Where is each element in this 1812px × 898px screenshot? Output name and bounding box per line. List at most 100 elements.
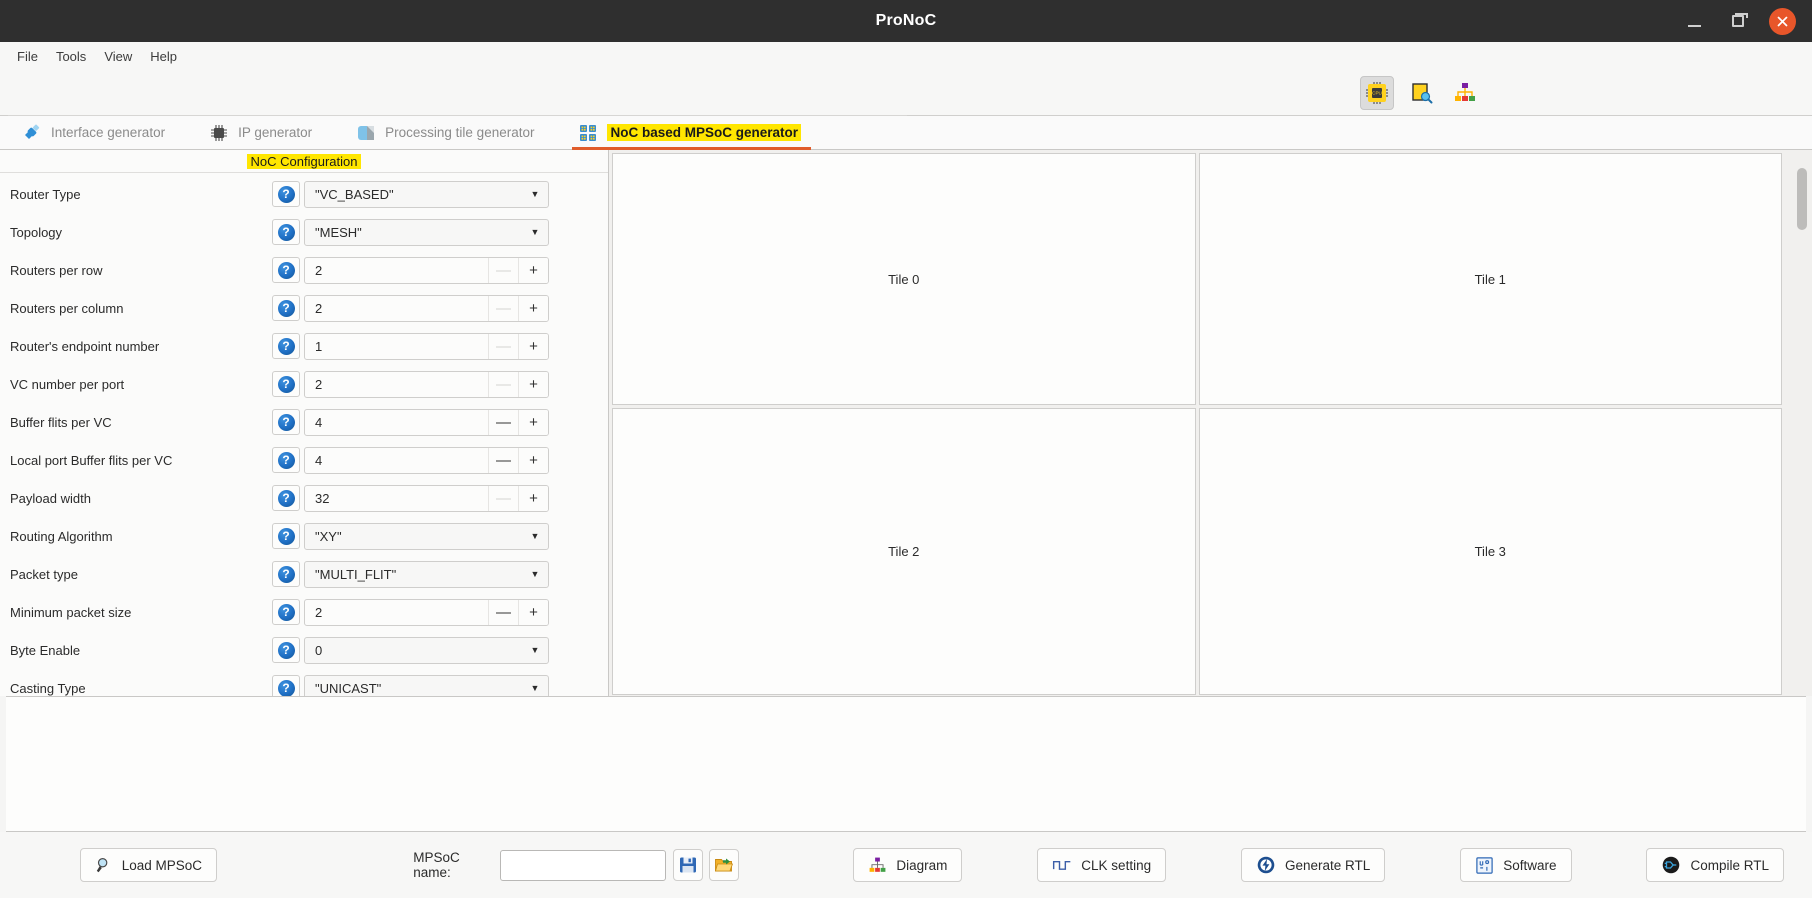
help-button[interactable]: ? [272,447,300,473]
help-button[interactable]: ? [272,371,300,397]
tile-label: Tile 1 [1474,271,1506,287]
config-spinner[interactable]: 2— + [304,598,549,626]
menu-file[interactable]: File [8,46,47,67]
config-combobox[interactable]: "XY" ▼ [304,522,549,550]
tab-ip-generator[interactable]: IP generator [203,116,334,149]
spinner-increment-button[interactable]: + [518,447,548,473]
config-value[interactable]: 1 [305,339,488,354]
question-mark-icon: ? [277,679,295,696]
menu-view[interactable]: View [95,46,141,67]
menu-help[interactable]: Help [141,46,186,67]
tab-label: NoC based MPSoC generator [607,124,802,141]
config-spinner[interactable]: 2— + [304,294,549,322]
config-spinner[interactable]: 32— + [304,484,549,512]
config-value[interactable]: 4 [305,453,488,468]
spinner-increment-button[interactable]: + [518,333,548,359]
hierarchy-toolbar-button[interactable] [1448,76,1482,110]
help-button[interactable]: ? [272,333,300,359]
diagram-label: Diagram [896,857,948,873]
help-button[interactable]: ? [272,295,300,321]
tile[interactable]: Tile 2 [612,408,1196,695]
chevron-down-icon[interactable]: ▼ [522,227,548,237]
config-value: "MULTI_FLIT" [315,566,397,582]
compile-rtl-button[interactable]: Compile RTL [1646,848,1784,882]
config-row: Routing Algorithm? "XY" ▼ [0,517,608,555]
config-combobox[interactable]: "VC_BASED" ▼ [304,180,549,208]
help-button[interactable]: ? [272,599,300,625]
generate-rtl-button[interactable]: Generate RTL [1241,848,1386,882]
spinner-decrement-button[interactable]: — [488,599,518,625]
config-value[interactable]: 4 [305,415,488,430]
mpsoc-name-input[interactable] [499,849,666,881]
chevron-down-icon[interactable]: ▼ [522,683,548,693]
minimize-button[interactable] [1681,8,1707,34]
help-button[interactable]: ? [272,485,300,511]
tab-processing-tile-generator[interactable]: Processing tile generator [350,116,556,149]
spinner-increment-button[interactable]: + [518,257,548,283]
config-row: Router Type? "VC_BASED" ▼ [0,175,608,213]
spinner-increment-button[interactable]: + [518,599,548,625]
generator-tabs: Interface generator IP generator Process… [0,116,1812,150]
help-button[interactable]: ? [272,675,300,696]
cpu-chip-icon: CPU [1366,81,1388,104]
close-button[interactable] [1769,7,1796,35]
config-value[interactable]: 2 [305,605,488,620]
config-row: Topology? "MESH" ▼ [0,213,608,251]
config-row-label: Routers per column [10,300,124,316]
config-value[interactable]: 2 [305,263,488,278]
spinner-decrement-button[interactable]: — [488,409,518,435]
spinner-increment-button[interactable]: + [518,295,548,321]
config-spinner[interactable]: 4— + [304,408,549,436]
chevron-down-icon[interactable]: ▼ [522,645,548,655]
open-folder-icon [714,858,733,872]
config-spinner[interactable]: 1— + [304,332,549,360]
spinner-increment-button[interactable]: + [518,485,548,511]
spinner-increment-button[interactable]: + [518,409,548,435]
question-mark-icon: ? [277,527,295,545]
tile-grid-scrollbar-thumb[interactable] [1797,168,1807,230]
help-button[interactable]: ? [272,257,300,283]
config-spinner[interactable]: 4— + [304,446,549,474]
software-button[interactable]: Software [1460,848,1572,882]
tile[interactable]: Tile 0 [612,153,1196,405]
help-button[interactable]: ? [272,181,300,207]
spinner-decrement-button[interactable]: — [488,447,518,473]
config-row: Casting Type? "UNICAST" ▼ [0,669,608,696]
log-output-panel [6,696,1806,832]
chevron-down-icon[interactable]: ▼ [522,189,548,199]
tile-grid-area: Tile 0 Tile 1 Tile 2 Tile 3 [609,150,1812,696]
load-mpsoc-button[interactable]: Load MPSoC [79,848,218,882]
maximize-button[interactable] [1725,8,1751,34]
question-mark-icon: ? [277,565,295,583]
document-search-toolbar-button[interactable] [1404,76,1438,110]
config-spinner[interactable]: 2— + [304,370,549,398]
menu-tools[interactable]: Tools [47,46,95,67]
config-row-label: Casting Type [10,680,86,696]
clk-setting-button[interactable]: CLK setting [1037,848,1167,882]
tile[interactable]: Tile 1 [1198,153,1782,405]
config-value[interactable]: 32 [305,491,488,506]
tab-noc-based-mpsoc-generator[interactable]: NoC based MPSoC generator [572,116,823,150]
help-button[interactable]: ? [272,409,300,435]
config-value[interactable]: 2 [305,301,488,316]
help-button[interactable]: ? [272,561,300,587]
config-combobox[interactable]: 0 ▼ [304,636,549,664]
help-button[interactable]: ? [272,219,300,245]
chevron-down-icon[interactable]: ▼ [522,569,548,579]
tab-interface-generator[interactable]: Interface generator [16,116,187,149]
save-mpsoc-button[interactable] [672,849,704,881]
tile[interactable]: Tile 3 [1198,408,1782,695]
open-mpsoc-button[interactable] [708,849,740,881]
spinner-increment-button[interactable]: + [518,371,548,397]
chevron-down-icon[interactable]: ▼ [522,531,548,541]
tile-grid-scrollbar[interactable] [1796,150,1808,696]
config-spinner[interactable]: 2— + [304,256,549,284]
help-button[interactable]: ? [272,523,300,549]
diagram-button[interactable]: Diagram [853,848,963,882]
config-combobox[interactable]: "MESH" ▼ [304,218,549,246]
config-combobox[interactable]: "MULTI_FLIT" ▼ [304,560,549,588]
config-combobox[interactable]: "UNICAST" ▼ [304,674,549,696]
config-value[interactable]: 2 [305,377,488,392]
cpu-chip-toolbar-button[interactable]: CPU [1360,75,1394,110]
help-button[interactable]: ? [272,637,300,663]
